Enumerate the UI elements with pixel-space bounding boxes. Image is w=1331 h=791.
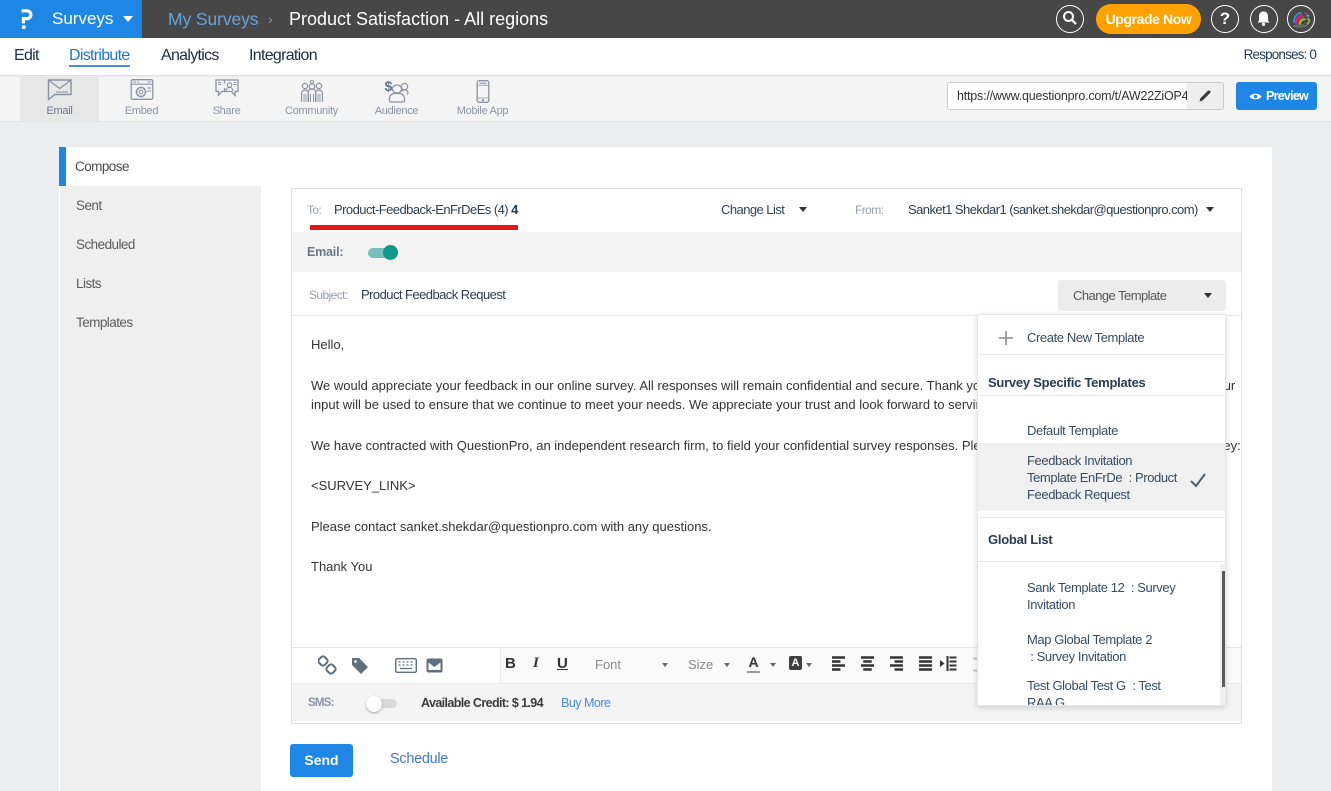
svg-text:$: $ — [384, 79, 392, 94]
